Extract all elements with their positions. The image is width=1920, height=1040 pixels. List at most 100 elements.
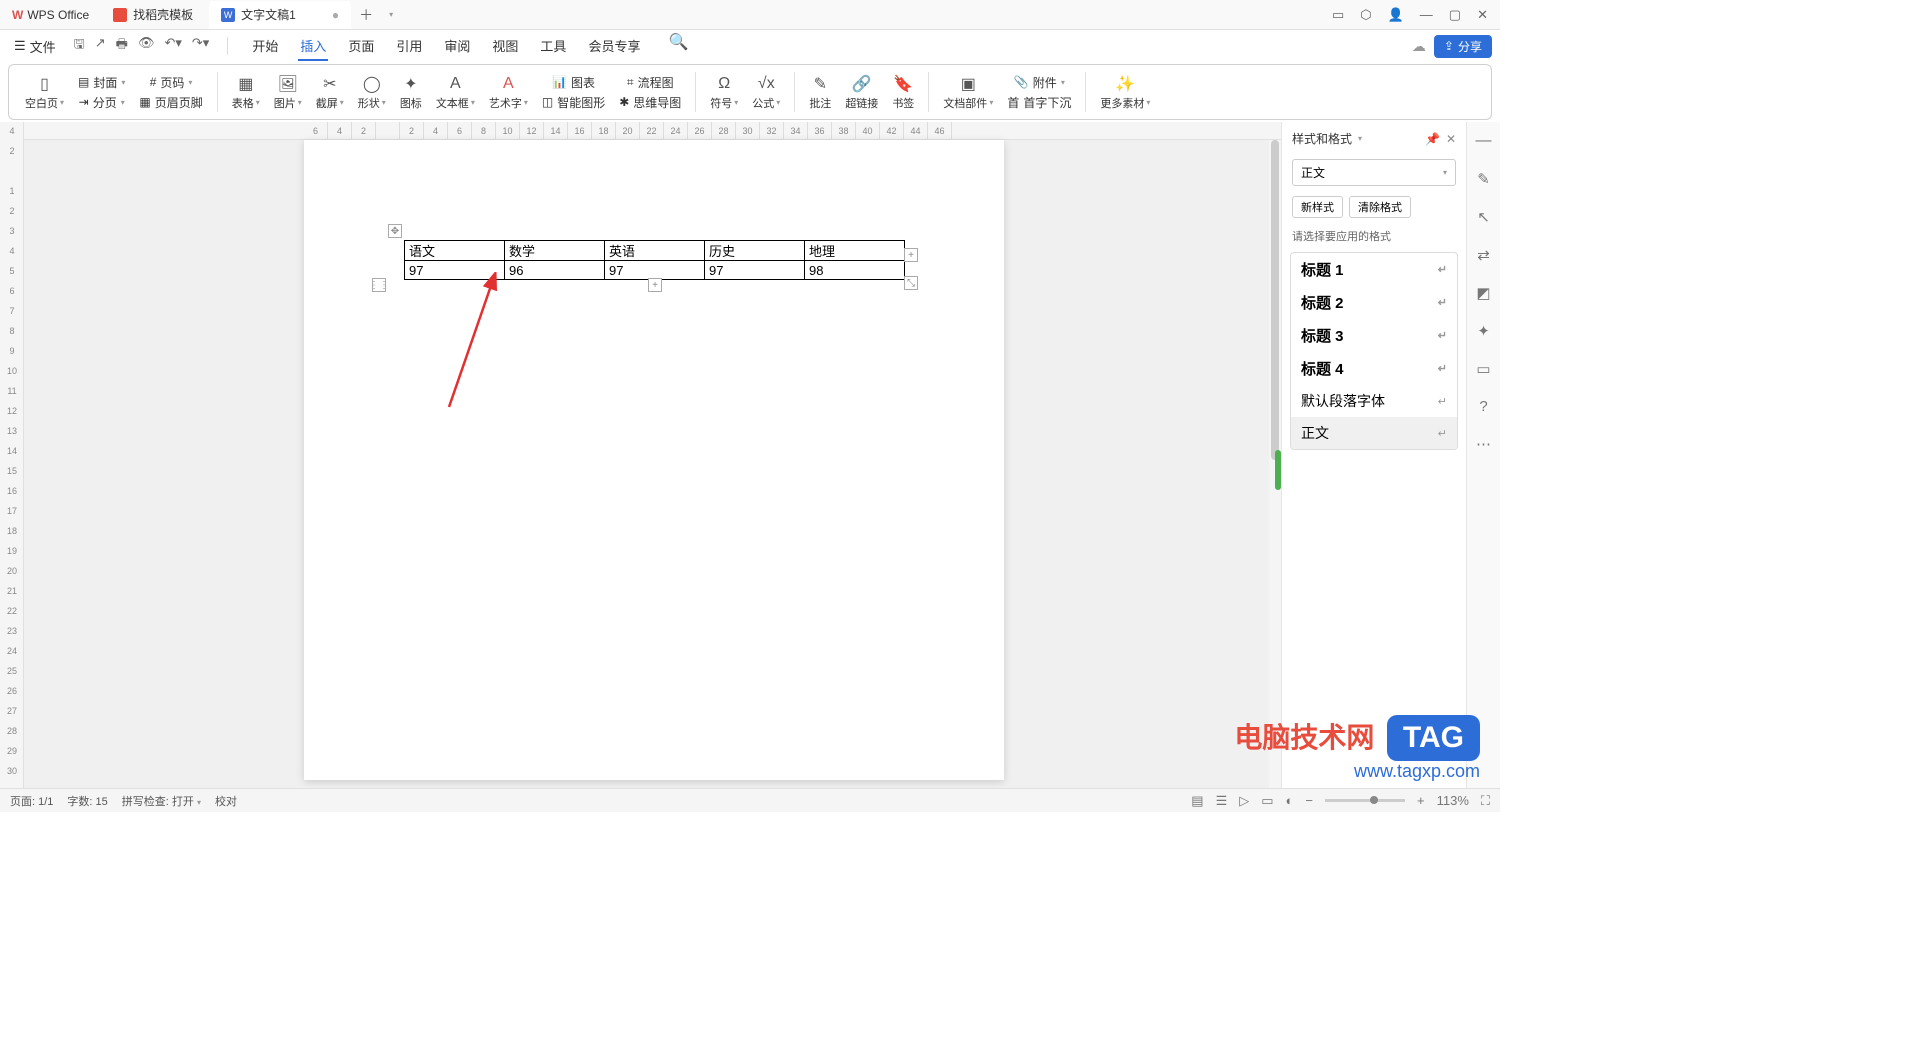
close-button[interactable]: ✕ bbox=[1477, 7, 1488, 23]
table-cell[interactable]: 98 bbox=[805, 261, 905, 280]
document-page[interactable]: ✥ 语文 数学 英语 历史 地理 97 96 97 97 98 + ⋮⋮ bbox=[304, 140, 1004, 780]
side-drag-handle[interactable] bbox=[1275, 450, 1281, 490]
status-words[interactable]: 字数: 15 bbox=[67, 793, 107, 809]
undo-icon[interactable]: ↶▾ bbox=[164, 35, 181, 57]
ribbon-smartart[interactable]: ◫智能图形 bbox=[536, 93, 611, 112]
ribbon-attachment[interactable]: 📎附件▾ bbox=[1001, 73, 1077, 92]
ribbon-symbol[interactable]: Ω符号▾ bbox=[704, 72, 744, 113]
table-add-col[interactable]: + bbox=[904, 248, 918, 262]
ribbon-table[interactable]: ▦表格▾ bbox=[226, 72, 266, 113]
tab-templates[interactable]: 找稻壳模板 bbox=[101, 1, 205, 29]
edit-icon[interactable]: ✎ bbox=[1477, 170, 1490, 188]
menu-tab-start[interactable]: 开始 bbox=[250, 32, 280, 61]
view-web-icon[interactable]: ▭ bbox=[1261, 793, 1273, 809]
tab-add-button[interactable]: ＋ bbox=[351, 5, 381, 25]
layout-icon[interactable]: ▭ bbox=[1332, 7, 1344, 23]
status-page[interactable]: 页面: 1/1 bbox=[10, 793, 53, 809]
collapse-panel-icon[interactable]: — bbox=[1476, 132, 1492, 150]
status-proof[interactable]: 校对 bbox=[215, 793, 237, 809]
style-item[interactable]: 标题 4↵ bbox=[1291, 352, 1457, 385]
style-item[interactable]: 默认段落字体↵ bbox=[1291, 385, 1457, 417]
cube-icon[interactable]: ⬡ bbox=[1360, 7, 1371, 23]
ribbon-flowchart[interactable]: ⌗流程图 bbox=[613, 73, 687, 92]
user-avatar[interactable]: 👤 bbox=[1388, 7, 1404, 23]
tab-document[interactable]: W 文字文稿1 ● bbox=[209, 1, 351, 29]
clear-format-button[interactable]: 清除格式 bbox=[1349, 196, 1411, 218]
close-icon[interactable]: ✕ bbox=[1446, 132, 1456, 146]
menu-tab-view[interactable]: 视图 bbox=[490, 32, 520, 61]
ribbon-chart[interactable]: 📊图表 bbox=[536, 73, 611, 92]
new-style-button[interactable]: 新样式 bbox=[1292, 196, 1343, 218]
save-icon[interactable]: 🖫 bbox=[74, 35, 85, 57]
cloud-icon[interactable]: ☁ bbox=[1412, 38, 1426, 55]
table-cell[interactable]: 97 bbox=[705, 261, 805, 280]
menu-tab-review[interactable]: 审阅 bbox=[442, 32, 472, 61]
style-item[interactable]: 正文↵ bbox=[1291, 417, 1457, 449]
table-cell[interactable]: 97 bbox=[605, 261, 705, 280]
menu-tab-tools[interactable]: 工具 bbox=[538, 32, 568, 61]
ribbon-cover[interactable]: ▤封面▾ bbox=[72, 73, 131, 92]
ribbon-icon[interactable]: ✦图标 bbox=[394, 72, 428, 113]
ribbon-blank-page[interactable]: ▯空白页▾ bbox=[19, 72, 70, 113]
table-cell[interactable]: 96 bbox=[505, 261, 605, 280]
table-add-row[interactable]: + bbox=[648, 278, 662, 292]
more-icon[interactable]: ⋯ bbox=[1476, 435, 1491, 453]
view-read-icon[interactable]: ▷ bbox=[1239, 793, 1249, 809]
ribbon-shape[interactable]: ◯形状▾ bbox=[352, 72, 392, 113]
menu-tab-insert[interactable]: 插入 bbox=[298, 32, 328, 61]
book-icon[interactable]: ▭ bbox=[1476, 360, 1490, 378]
menu-tab-page[interactable]: 页面 bbox=[346, 32, 376, 61]
ribbon-screenshot[interactable]: ✂截屏▾ bbox=[310, 72, 350, 113]
view-outline-icon[interactable]: ☰ bbox=[1216, 793, 1228, 809]
ribbon-hyperlink[interactable]: 🔗超链接 bbox=[839, 72, 884, 113]
table-drag-handle[interactable]: ⋮⋮ bbox=[372, 278, 386, 292]
fullscreen-icon[interactable]: ⛶ bbox=[1481, 793, 1490, 809]
zoom-slider[interactable] bbox=[1325, 799, 1405, 802]
share-button[interactable]: ⇪ 分享 bbox=[1434, 35, 1492, 58]
table-cell[interactable]: 历史 bbox=[705, 241, 805, 261]
search-icon[interactable]: 🔍 bbox=[668, 32, 688, 61]
ribbon-page-break[interactable]: ⇥分页▾ bbox=[72, 93, 131, 112]
ribbon-header-footer[interactable]: ▦页眉页脚 bbox=[133, 93, 208, 112]
style-item[interactable]: 标题 1↵ bbox=[1291, 253, 1457, 286]
ribbon-wordart[interactable]: A艺术字▾ bbox=[483, 72, 534, 113]
ribbon-textbox[interactable]: A文本框▾ bbox=[430, 72, 481, 113]
ribbon-formula[interactable]: √x公式▾ bbox=[746, 72, 786, 113]
zoom-out-icon[interactable]: − bbox=[1305, 793, 1313, 808]
scroll-thumb[interactable] bbox=[1271, 140, 1279, 460]
print-icon[interactable]: 🖶 bbox=[116, 35, 128, 57]
table-cell[interactable]: 数学 bbox=[505, 241, 605, 261]
ribbon-more[interactable]: ✨更多素材▾ bbox=[1094, 72, 1156, 113]
menu-file[interactable]: ☰ 文件 bbox=[8, 37, 62, 56]
style-item[interactable]: 标题 2↵ bbox=[1291, 286, 1457, 319]
table-move-handle[interactable]: ✥ bbox=[388, 224, 402, 238]
zoom-thumb[interactable] bbox=[1370, 796, 1378, 804]
maximize-button[interactable]: ▢ bbox=[1449, 7, 1461, 23]
ribbon-bookmark[interactable]: 🔖书签 bbox=[886, 72, 920, 113]
preview-icon[interactable]: 👁 bbox=[138, 35, 155, 57]
export-icon[interactable]: ↗ bbox=[95, 35, 106, 57]
help-icon[interactable]: ? bbox=[1479, 398, 1487, 415]
sparkle-icon[interactable]: ✦ bbox=[1477, 322, 1490, 340]
table-cell[interactable]: 地理 bbox=[805, 241, 905, 261]
tab-add-dropdown[interactable]: ▾ bbox=[381, 10, 401, 19]
view-focus-icon[interactable]: ◐ bbox=[1286, 793, 1294, 808]
style-select[interactable]: 正文 ▾ bbox=[1292, 159, 1456, 186]
ribbon-parts[interactable]: ▣文档部件▾ bbox=[937, 72, 999, 113]
minimize-button[interactable]: — bbox=[1420, 7, 1433, 22]
select-icon[interactable]: ↖ bbox=[1477, 208, 1490, 226]
zoom-in-icon[interactable]: + bbox=[1417, 793, 1425, 808]
style-item[interactable]: 标题 3↵ bbox=[1291, 319, 1457, 352]
table-cell[interactable]: 语文 bbox=[405, 241, 505, 261]
document-table[interactable]: 语文 数学 英语 历史 地理 97 96 97 97 98 bbox=[404, 240, 905, 280]
table-resize-handle[interactable]: ⤡ bbox=[904, 276, 918, 290]
redo-icon[interactable]: ↷▾ bbox=[192, 35, 209, 57]
swap-icon[interactable]: ⇄ bbox=[1477, 246, 1490, 264]
status-spell[interactable]: 拼写检查: 打开 ▾ bbox=[122, 793, 201, 809]
ribbon-page-number[interactable]: #页码▾ bbox=[133, 73, 208, 92]
zoom-value[interactable]: 113% bbox=[1437, 793, 1469, 808]
pin-icon[interactable]: 📌 bbox=[1425, 132, 1440, 146]
ribbon-mindmap[interactable]: ✱思维导图 bbox=[613, 93, 687, 112]
view-page-icon[interactable]: ▤ bbox=[1191, 793, 1203, 809]
ribbon-picture[interactable]: 🖼图片▾ bbox=[268, 72, 308, 113]
